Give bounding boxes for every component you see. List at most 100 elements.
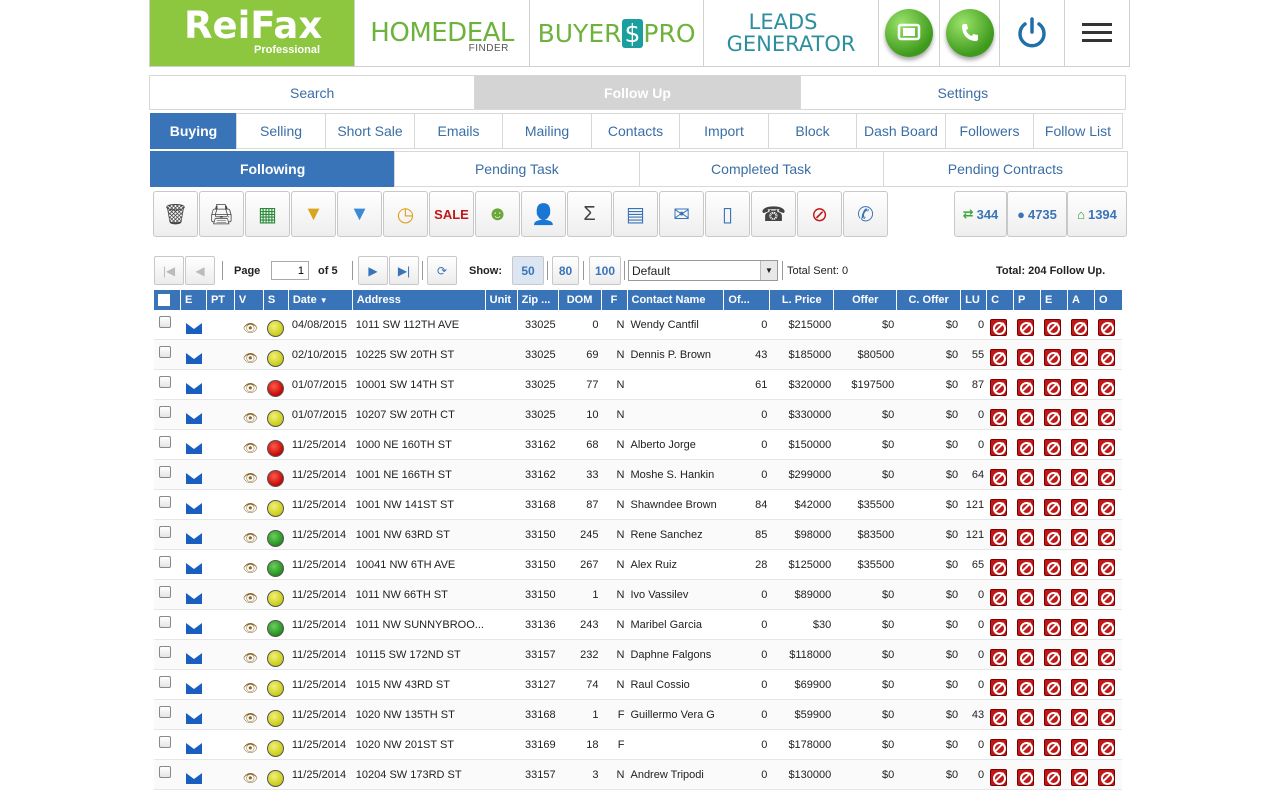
buyerspro-link[interactable]: BUYER $ PRO [530, 0, 705, 66]
header-select-all[interactable] [154, 290, 181, 310]
row-contact[interactable]: Guillermo Vera G [627, 700, 724, 730]
first-page-button[interactable]: |◀ [154, 256, 184, 285]
row-p-action[interactable] [1014, 400, 1041, 430]
no-entry-icon[interactable] [1097, 558, 1115, 576]
row-e-action[interactable] [1041, 490, 1068, 520]
row-address[interactable]: 10204 SW 173RD ST [353, 760, 486, 790]
header-cell[interactable]: Unit [486, 290, 518, 310]
no-entry-icon[interactable] [1017, 618, 1035, 636]
no-entry-icon[interactable] [1097, 618, 1115, 636]
row-c-action[interactable] [987, 550, 1014, 580]
row-e-action[interactable] [1041, 670, 1068, 700]
row-a-action[interactable] [1068, 640, 1095, 670]
envelope-icon[interactable] [185, 712, 202, 724]
row-contact[interactable]: Alberto Jorge [627, 430, 724, 460]
eye-icon[interactable]: 👁 [243, 411, 258, 425]
row-email[interactable] [181, 340, 207, 370]
tab-contacts[interactable]: Contacts [591, 113, 680, 149]
tab-follow-up[interactable]: Follow Up [475, 76, 801, 109]
show-100-button[interactable]: 100 [589, 256, 621, 285]
envelope-icon[interactable] [185, 532, 202, 544]
sms-button[interactable]: ▯ [705, 191, 750, 237]
row-view[interactable]: 👁 [235, 610, 264, 640]
no-entry-icon[interactable] [1044, 588, 1062, 606]
row-e-action[interactable] [1041, 640, 1068, 670]
row-address[interactable]: 10041 NW 6TH AVE [353, 550, 486, 580]
tab-settings[interactable]: Settings [801, 76, 1125, 109]
row-view[interactable]: 👁 [235, 400, 264, 430]
row-c-action[interactable] [987, 490, 1014, 520]
eye-icon[interactable]: 👁 [243, 771, 258, 785]
no-entry-icon[interactable] [1097, 678, 1115, 696]
row-checkbox[interactable] [159, 586, 171, 598]
remove-filter-button[interactable]: ▼ [337, 191, 382, 237]
row-checkbox[interactable] [159, 316, 171, 328]
eye-icon[interactable]: 👁 [243, 621, 258, 635]
row-select[interactable] [154, 640, 181, 670]
no-entry-icon[interactable] [990, 588, 1008, 606]
no-entry-icon[interactable] [1097, 378, 1115, 396]
envelope-icon[interactable] [185, 652, 202, 664]
no-entry-icon[interactable] [1017, 378, 1035, 396]
row-select[interactable] [154, 370, 181, 400]
row-address[interactable]: 10225 SW 20TH ST [353, 340, 486, 370]
no-entry-icon[interactable] [1071, 528, 1089, 546]
row-a-action[interactable] [1068, 670, 1095, 700]
row-address[interactable]: 10207 SW 20TH CT [353, 400, 486, 430]
row-select[interactable] [154, 610, 181, 640]
row-email[interactable] [181, 490, 207, 520]
row-o-action[interactable] [1095, 640, 1122, 670]
row-view[interactable]: 👁 [235, 310, 264, 340]
filter-button[interactable]: ▼ [291, 191, 336, 237]
row-a-action[interactable] [1068, 430, 1095, 460]
row-select[interactable] [154, 340, 181, 370]
no-entry-icon[interactable] [1017, 768, 1035, 786]
row-c-action[interactable] [987, 730, 1014, 760]
row-p-action[interactable] [1014, 370, 1041, 400]
header-cell[interactable]: C. Offer [897, 290, 962, 310]
envelope-icon[interactable] [185, 442, 202, 454]
envelope-icon[interactable] [185, 742, 202, 754]
row-address[interactable]: 1011 NW 66TH ST [353, 580, 486, 610]
row-p-action[interactable] [1014, 490, 1041, 520]
row-contact[interactable]: Ivo Vassilev [627, 580, 724, 610]
row-view[interactable]: 👁 [235, 370, 264, 400]
header-cell[interactable]: Contact Name [628, 290, 725, 310]
no-entry-icon[interactable] [1071, 708, 1089, 726]
no-entry-icon[interactable] [1017, 648, 1035, 666]
header-cell[interactable]: O [1095, 290, 1122, 310]
header-cell[interactable]: Zip ... [518, 290, 559, 310]
no-entry-icon[interactable] [1097, 768, 1115, 786]
row-checkbox[interactable] [159, 376, 171, 388]
row-e-action[interactable] [1041, 460, 1068, 490]
eye-icon[interactable]: 👁 [243, 501, 258, 515]
no-entry-icon[interactable] [1017, 528, 1035, 546]
no-entry-icon[interactable] [990, 378, 1008, 396]
row-select[interactable] [154, 580, 181, 610]
envelope-icon[interactable] [185, 382, 202, 394]
row-checkbox[interactable] [159, 766, 171, 778]
no-entry-icon[interactable] [1017, 498, 1035, 516]
row-checkbox[interactable] [159, 466, 171, 478]
no-entry-icon[interactable] [1071, 408, 1089, 426]
header-cell[interactable]: P [1014, 290, 1042, 310]
row-email[interactable] [181, 670, 207, 700]
document-button[interactable]: ▤ [613, 191, 658, 237]
row-email[interactable] [181, 550, 207, 580]
row-p-action[interactable] [1014, 610, 1041, 640]
no-entry-icon[interactable] [1071, 378, 1089, 396]
no-entry-icon[interactable] [1097, 738, 1115, 756]
row-email[interactable] [181, 400, 207, 430]
row-a-action[interactable] [1068, 370, 1095, 400]
row-email[interactable] [181, 580, 207, 610]
refresh-button[interactable]: ⟳ [427, 256, 457, 285]
header-cell[interactable]: Of... [724, 290, 771, 310]
table-row[interactable]: 👁 11/25/2014 1000 NE 160TH ST 33162 68 N Alber… [154, 430, 1122, 460]
row-c-action[interactable] [987, 310, 1014, 340]
row-c-action[interactable] [987, 340, 1014, 370]
row-o-action[interactable] [1095, 460, 1122, 490]
row-o-action[interactable] [1095, 610, 1122, 640]
row-view[interactable]: 👁 [235, 490, 264, 520]
row-address[interactable]: 10001 SW 14TH ST [353, 370, 486, 400]
no-entry-icon[interactable] [990, 438, 1008, 456]
